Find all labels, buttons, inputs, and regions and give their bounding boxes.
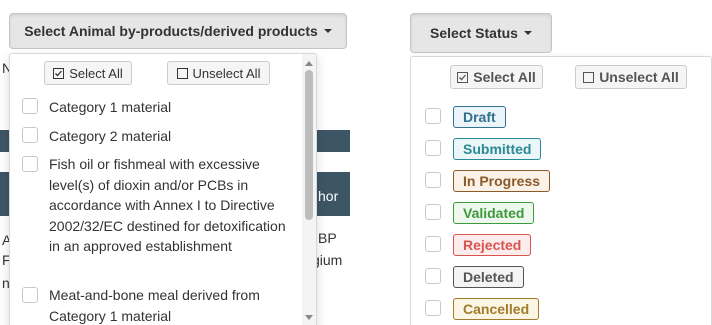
unselect-all-button[interactable]: Unselect All bbox=[575, 65, 687, 89]
option-checkbox[interactable] bbox=[22, 127, 38, 143]
empty-box-icon bbox=[583, 71, 595, 83]
status-badge: In Progress bbox=[453, 170, 551, 192]
select-all-button[interactable]: Select All bbox=[44, 61, 132, 85]
status-checkbox[interactable] bbox=[425, 204, 441, 220]
status-checkbox[interactable] bbox=[425, 236, 441, 252]
status-option-row[interactable]: Rejected bbox=[411, 233, 697, 257]
unselect-all-label: Unselect All bbox=[192, 65, 261, 81]
caret-down-icon bbox=[323, 29, 332, 33]
option-row[interactable]: Category 1 material bbox=[10, 96, 302, 120]
status-filter: Select Status Select All Unselect All Dr… bbox=[410, 0, 712, 325]
status-option-row[interactable]: Validated bbox=[411, 201, 697, 225]
option-label: Meat-and-bone meal derived from Category… bbox=[49, 287, 260, 324]
unselect-all-button[interactable]: Unselect All bbox=[167, 61, 270, 85]
option-row[interactable]: Category 2 material bbox=[10, 125, 302, 149]
dropdown-scrollbar[interactable] bbox=[302, 54, 316, 325]
option-checkbox[interactable] bbox=[22, 98, 38, 114]
option-checkbox[interactable] bbox=[22, 287, 38, 303]
checked-box-icon bbox=[53, 67, 65, 79]
status-dropdown-menu: Select All Unselect All Draft Submitted In… bbox=[410, 56, 712, 325]
status-option-row[interactable]: Submitted bbox=[411, 137, 697, 161]
status-badge: Validated bbox=[453, 202, 535, 224]
status-dropdown-toggle[interactable]: Select Status bbox=[410, 13, 552, 53]
status-option-row[interactable]: Draft bbox=[411, 105, 697, 129]
status-option-row[interactable]: Deleted bbox=[411, 265, 697, 289]
select-all-button[interactable]: Select All bbox=[450, 65, 543, 89]
unselect-all-label: Unselect All bbox=[599, 69, 679, 85]
select-all-label: Select All bbox=[69, 65, 123, 81]
status-badge: Cancelled bbox=[453, 298, 540, 320]
status-badge: Deleted bbox=[453, 266, 524, 288]
option-label: Fish oil or fishmeal with excessive leve… bbox=[49, 156, 286, 255]
status-badge: Submitted bbox=[453, 138, 542, 160]
status-badge: Rejected bbox=[453, 234, 532, 256]
status-checkbox[interactable] bbox=[425, 108, 441, 124]
status-checkbox[interactable] bbox=[425, 172, 441, 188]
scroll-down-icon[interactable] bbox=[305, 315, 313, 320]
status-option-row[interactable]: In Progress bbox=[411, 169, 697, 193]
status-option-row[interactable]: Cancelled bbox=[411, 297, 697, 321]
empty-box-icon bbox=[176, 67, 188, 79]
checked-box-icon bbox=[457, 71, 469, 83]
status-checkbox[interactable] bbox=[425, 268, 441, 284]
animal-byproducts-dropdown-toggle[interactable]: Select Animal by-products/derived produc… bbox=[9, 13, 347, 49]
scroll-up-icon[interactable] bbox=[305, 61, 313, 66]
scrollbar-thumb[interactable] bbox=[305, 70, 313, 220]
select-all-label: Select All bbox=[473, 69, 536, 85]
option-label: Category 2 material bbox=[49, 128, 172, 144]
animal-byproducts-dropdown-menu: Select All Unselect All Category 1 mater… bbox=[9, 53, 317, 325]
caret-down-icon bbox=[523, 31, 532, 35]
status-checkbox[interactable] bbox=[425, 140, 441, 156]
status-checkbox[interactable] bbox=[425, 300, 441, 316]
status-badge: Draft bbox=[453, 106, 506, 128]
dropdown-toggle-label: Select Animal by-products/derived produc… bbox=[24, 23, 318, 39]
background-header-text: hor bbox=[318, 188, 339, 204]
dropdown-toggle-label: Select Status bbox=[430, 25, 518, 41]
option-label: Category 1 material bbox=[49, 99, 172, 115]
background-text: BP bbox=[318, 230, 337, 246]
animal-byproducts-filter: N hor A F nt BP gium Select Animal by-pr… bbox=[0, 0, 350, 325]
option-row[interactable]: Meat-and-bone meal derived from Category… bbox=[10, 284, 302, 325]
option-checkbox[interactable] bbox=[22, 156, 38, 172]
option-row[interactable]: Fish oil or fishmeal with excessive leve… bbox=[10, 153, 302, 279]
